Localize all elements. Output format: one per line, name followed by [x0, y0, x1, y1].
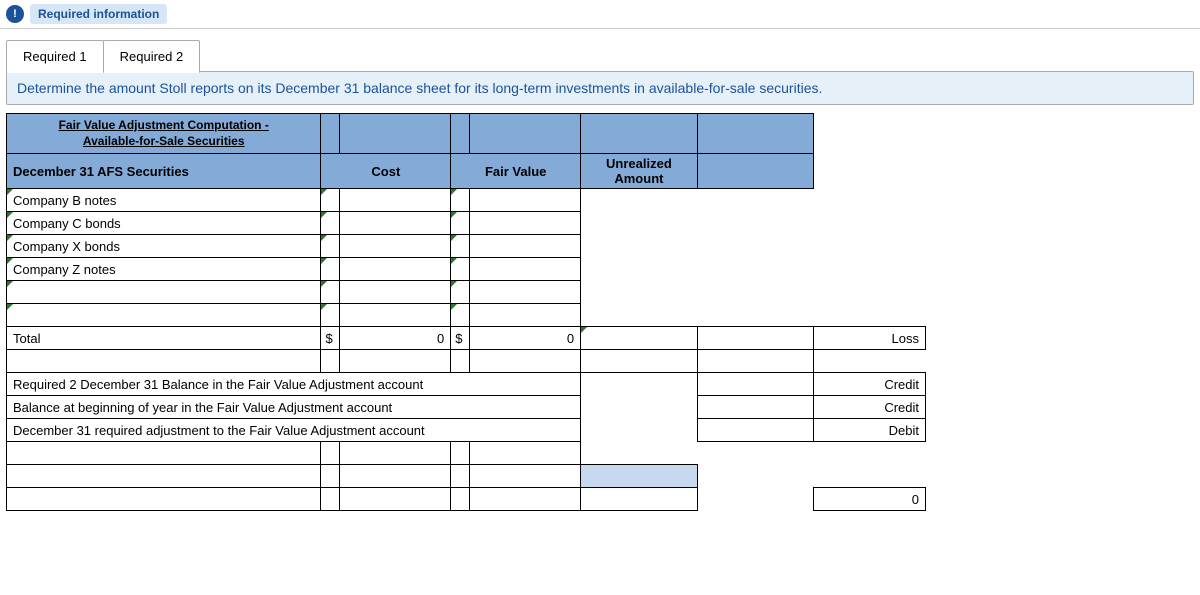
cell-cost-sym[interactable]	[321, 235, 339, 258]
hdr-securities: December 31 AFS Securities	[7, 154, 321, 189]
cell-cost-sym[interactable]	[321, 258, 339, 281]
table-title: Fair Value Adjustment Computation -Avail…	[7, 114, 321, 154]
tab-required-2[interactable]: Required 2	[103, 40, 201, 73]
cell-cost[interactable]	[339, 212, 451, 235]
total-cost-sym: $	[321, 327, 339, 350]
cell-cost-sym[interactable]	[321, 189, 339, 212]
cell-label[interactable]: Company C bonds	[7, 212, 321, 235]
info-header: ! Required information	[0, 0, 1200, 29]
row-begin-balance: Balance at beginning of year in the Fair…	[7, 396, 926, 419]
hdr-cost: Cost	[321, 154, 451, 189]
row-blank-1	[7, 281, 926, 304]
final-zero: 0	[814, 488, 926, 511]
cell-cost-sym[interactable]	[321, 212, 339, 235]
afs-table: Fair Value Adjustment Computation -Avail…	[6, 113, 926, 511]
cell-fv[interactable]	[469, 235, 581, 258]
hdr-blank	[697, 154, 814, 189]
adj-val[interactable]	[697, 419, 814, 442]
hl-cell[interactable]	[581, 465, 698, 488]
cell-fv-sym[interactable]	[451, 235, 469, 258]
total-fv-val: 0	[469, 327, 581, 350]
total-gainloss[interactable]: Loss	[814, 327, 926, 350]
cell-label[interactable]	[7, 281, 321, 304]
row-company-b: Company B notes	[7, 189, 926, 212]
alert-icon: !	[6, 5, 24, 23]
row-pad-1	[7, 442, 926, 465]
cell-fv-sym[interactable]	[451, 212, 469, 235]
required-info-pill: Required information	[30, 4, 167, 24]
adj-drcr[interactable]: Debit	[814, 419, 926, 442]
cell-fv[interactable]	[469, 212, 581, 235]
req2-label: Required 2 December 31 Balance in the Fa…	[7, 373, 581, 396]
question-prompt: Determine the amount Stoll reports on it…	[6, 71, 1194, 105]
beg-drcr[interactable]: Credit	[814, 396, 926, 419]
dropdown-icon	[7, 189, 13, 195]
beg-val[interactable]	[697, 396, 814, 419]
tab-required-1[interactable]: Required 1	[6, 40, 104, 73]
cell-fv[interactable]	[469, 189, 581, 212]
row-adjustment: December 31 required adjustment to the F…	[7, 419, 926, 442]
title-row: Fair Value Adjustment Computation -Avail…	[7, 114, 926, 154]
cell-fv[interactable]	[469, 258, 581, 281]
total-ua2[interactable]	[697, 327, 814, 350]
row-company-x: Company X bonds	[7, 235, 926, 258]
row-company-z: Company Z notes	[7, 258, 926, 281]
total-fv-sym: $	[451, 327, 469, 350]
cell-label[interactable]: Company B notes	[7, 189, 321, 212]
hdr-fair-value: Fair Value	[451, 154, 581, 189]
cell-cost[interactable]	[339, 258, 451, 281]
row-req2-balance: Required 2 December 31 Balance in the Fa…	[7, 373, 926, 396]
cell-fv-sym[interactable]	[451, 189, 469, 212]
total-ua[interactable]	[581, 327, 698, 350]
final-ua[interactable]	[581, 488, 698, 511]
cell-fv-sym[interactable]	[451, 258, 469, 281]
hdr-unrealized: Unrealized Amount	[581, 154, 698, 189]
cell-label[interactable]	[7, 304, 321, 327]
row-blank-2	[7, 304, 926, 327]
req2-val[interactable]	[697, 373, 814, 396]
cell-label[interactable]: Company Z notes	[7, 258, 321, 281]
row-pad-2	[7, 465, 926, 488]
cell-cost[interactable]	[339, 235, 451, 258]
row-company-c: Company C bonds	[7, 212, 926, 235]
tabs: Required 1 Required 2	[6, 39, 1200, 72]
req2-drcr[interactable]: Credit	[814, 373, 926, 396]
total-label: Total	[7, 327, 321, 350]
row-total: Total $ 0 $ 0 Loss	[7, 327, 926, 350]
row-spacer	[7, 350, 926, 373]
row-final: 0	[7, 488, 926, 511]
cell-label[interactable]: Company X bonds	[7, 235, 321, 258]
cell-cost[interactable]	[339, 189, 451, 212]
beg-label: Balance at beginning of year in the Fair…	[7, 396, 581, 419]
worksheet: Fair Value Adjustment Computation -Avail…	[6, 113, 926, 511]
adj-label: December 31 required adjustment to the F…	[7, 419, 581, 442]
header-row: December 31 AFS Securities Cost Fair Val…	[7, 154, 926, 189]
total-cost-val: 0	[339, 327, 451, 350]
